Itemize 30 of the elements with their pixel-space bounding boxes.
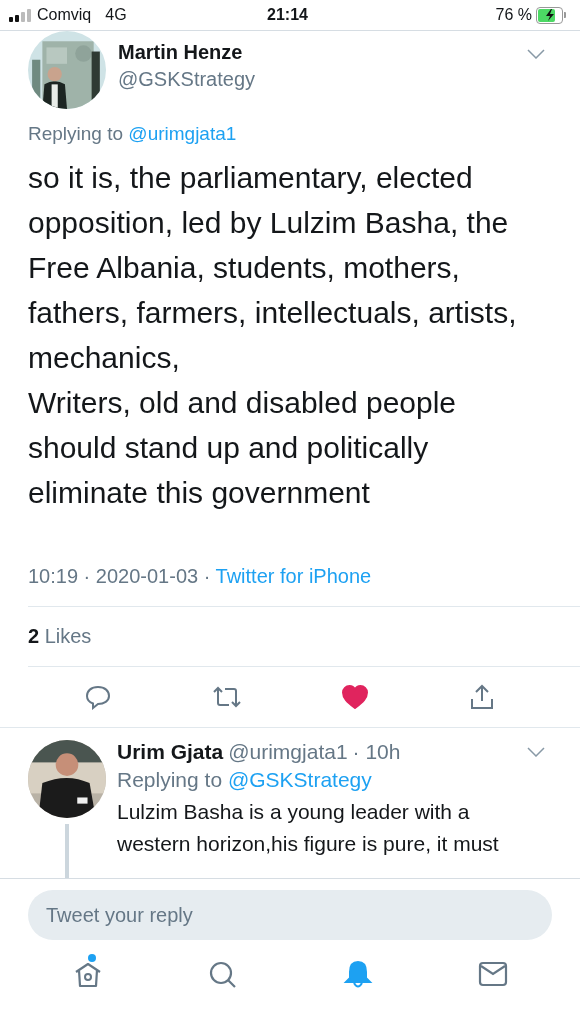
chevron-down-icon[interactable] bbox=[527, 49, 545, 59]
reply-icon[interactable] bbox=[85, 684, 112, 710]
reply-input-field[interactable]: Tweet your reply bbox=[28, 890, 552, 940]
search-icon[interactable] bbox=[207, 960, 238, 990]
reply-text: Lulzim Basha is a young leader with a western horizon,his figure is pure, it must bbox=[117, 799, 500, 857]
replying-label: Replying to bbox=[117, 768, 223, 791]
reply-author-name[interactable]: Urim Gjata bbox=[117, 740, 224, 764]
share-icon[interactable] bbox=[468, 684, 495, 710]
author-handle[interactable]: @GSKStrategy bbox=[118, 68, 256, 91]
chevron-down-icon[interactable] bbox=[527, 747, 545, 757]
mail-icon[interactable] bbox=[477, 960, 508, 988]
tweet-text: so it is, the parliamentary, elected opposition, led by Lulzim Basha, the Free Albania, students, mothers, fathers, farmers, intellectuals, artists, mechanics, Writers, old and disabled people should stand up and politically eliminate this government bbox=[28, 160, 518, 511]
mention-link[interactable]: @urimgjata1 bbox=[128, 123, 237, 144]
author-name[interactable]: Martin Henze bbox=[118, 41, 256, 64]
signal-icon bbox=[9, 8, 31, 22]
network-type: 4G bbox=[105, 6, 127, 24]
battery-icon bbox=[536, 6, 566, 24]
heart-icon[interactable] bbox=[342, 685, 369, 709]
clock: 21:14 bbox=[267, 6, 308, 24]
reply-age: · 10h bbox=[352, 740, 401, 764]
source-link[interactable]: Twitter for iPhone bbox=[215, 565, 372, 587]
bell-icon[interactable] bbox=[342, 960, 373, 990]
retweet-icon[interactable] bbox=[211, 685, 242, 709]
carrier-name: Comviq bbox=[37, 6, 92, 24]
tweet-timestamp: 10:19 · 2020-01-03 · bbox=[28, 565, 211, 587]
reply-author-handle[interactable]: @urimgjata1 bbox=[228, 740, 348, 764]
battery-percent: 76 % bbox=[495, 6, 532, 24]
likes-count[interactable]: 2 Likes bbox=[0, 607, 580, 666]
mention-link[interactable]: @GSKStrategy bbox=[227, 768, 372, 791]
replying-label: Replying to bbox=[28, 123, 124, 144]
